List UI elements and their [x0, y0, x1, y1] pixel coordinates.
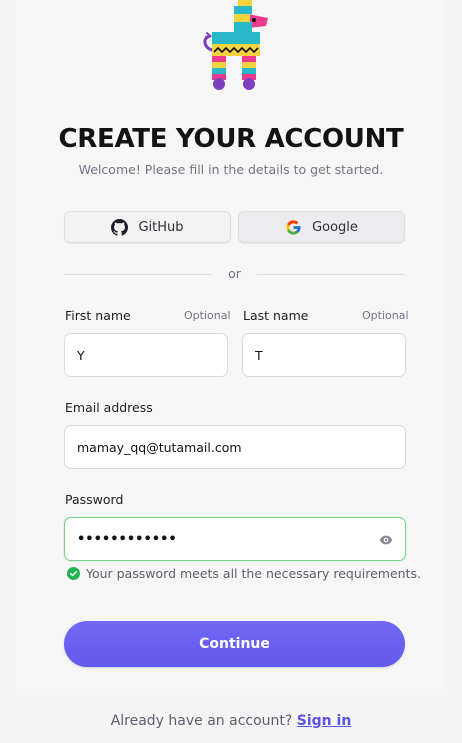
email-label: Email address — [65, 400, 153, 415]
first-name-optional-tag: Optional — [184, 309, 231, 322]
or-divider: or — [64, 266, 405, 282]
email-value: mamay_qq@tutamail.com — [77, 439, 242, 455]
last-name-input[interactable]: T — [242, 333, 406, 377]
password-valid-hint: Your password meets all the necessary re… — [67, 566, 421, 581]
continue-button[interactable]: Continue — [64, 621, 405, 667]
last-name-label: Last name — [243, 308, 309, 323]
password-hint-text: Your password meets all the necessary re… — [86, 566, 421, 581]
first-name-label: First name — [65, 308, 131, 323]
first-name-value: Y — [77, 347, 85, 363]
show-password-eye-icon[interactable] — [379, 533, 393, 547]
github-signup-button[interactable]: GitHub — [64, 211, 231, 243]
pinata-llama-logo-icon — [203, 0, 268, 90]
password-masked-value: •••••••••••• — [77, 531, 177, 547]
sign-in-link[interactable]: Sign in — [297, 713, 352, 729]
check-circle-icon — [67, 567, 80, 580]
google-button-label: Google — [312, 219, 358, 235]
divider-line-right — [257, 274, 405, 275]
password-label: Password — [65, 492, 124, 507]
page-title: CREATE YOUR ACCOUNT — [58, 124, 404, 154]
sign-in-prompt: Already have an account? — [110, 713, 293, 729]
github-icon — [111, 218, 129, 236]
first-name-input[interactable]: Y — [64, 333, 228, 377]
last-name-value: T — [255, 347, 263, 363]
google-icon — [286, 219, 301, 235]
last-name-optional-tag: Optional — [362, 309, 409, 322]
github-button-label: GitHub — [138, 219, 184, 235]
password-input[interactable]: •••••••••••• — [64, 517, 406, 561]
sign-up-page: CREATE YOUR ACCOUNT Welcome! Please fill… — [0, 0, 462, 743]
sign-in-footer: Already have an account? Sign in — [0, 713, 462, 729]
page-subtitle: Welcome! Please fill in the details to g… — [78, 162, 384, 177]
google-signup-button[interactable]: Google — [238, 211, 405, 243]
email-input[interactable]: mamay_qq@tutamail.com — [64, 425, 406, 469]
